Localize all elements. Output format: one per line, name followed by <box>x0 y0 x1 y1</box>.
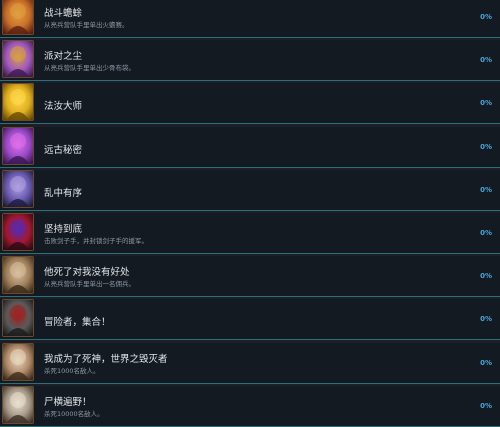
achievement-row[interactable]: 坚持到底击败剑子手，并封锁剑子手的援军。 0% <box>0 213 500 254</box>
achievement-title: 法汝大师 <box>44 101 83 112</box>
achievement-title: 冒险者，集合！ <box>44 317 111 328</box>
achievement-row[interactable]: 我成为了死神，世界之毁灭者 杀死1000名敌人。 0% <box>0 343 500 384</box>
achievement-row[interactable]: 法汝大师 0% <box>0 83 500 124</box>
unlock-percentage: 0% <box>480 143 492 151</box>
achievement-row[interactable]: 派对之尘从亮兵营队手里单出少骨布袋。 0% <box>0 40 500 81</box>
achievement-title: 他死了对我没有好处 <box>44 267 130 278</box>
achievement-title: 坚持到底 <box>44 224 83 235</box>
unlock-percentage: 0% <box>480 402 492 410</box>
achievement-title: 战斗蟾蜍 <box>44 8 83 19</box>
sorcerer-icon <box>2 170 34 208</box>
unlock-percentage: 0% <box>480 99 492 107</box>
achievement-title: 尸横遍野！ <box>44 397 92 408</box>
achievement-row[interactable]: 乱中有序 0% <box>0 170 500 211</box>
achievement-description: 从亮兵营队手里单出少骨布袋。 <box>44 64 135 72</box>
mercenary-icon <box>2 256 34 294</box>
unlock-percentage: 0% <box>480 229 492 237</box>
achievement-row[interactable]: 战斗蟾蜍从亮兵营队手里单出火蟾赛。 0% <box>0 0 500 38</box>
achievement-title: 远古秘密 <box>44 145 83 156</box>
achievement-row[interactable]: 冒险者，集合！ 0% <box>0 299 500 340</box>
warrior-icon <box>2 0 34 35</box>
achievement-title: 乱中有序 <box>44 188 83 199</box>
unlock-percentage: 0% <box>480 13 492 21</box>
achievement-title: 我成为了死神，世界之毁灭者 <box>44 354 168 365</box>
achievement-description: 击败剑子手，并封锁剑子手的援军。 <box>44 237 148 245</box>
achievement-title: 派对之尘 <box>44 51 83 62</box>
achievement-description: 从亮兵营队手里单出一名佣兵。 <box>44 280 135 288</box>
skull-warrior-icon <box>2 343 34 381</box>
achievement-row[interactable]: 尸横遍野！ 杀死10000名敌人。 0% <box>0 386 500 427</box>
skull-pile-icon <box>2 386 34 424</box>
unlock-percentage: 0% <box>480 186 492 194</box>
achievement-row[interactable]: 远古秘密 0% <box>0 127 500 168</box>
ancient-secret-icon <box>2 127 34 165</box>
unlock-percentage: 0% <box>480 56 492 64</box>
achievement-row[interactable]: 他死了对我没有好处 从亮兵营队手里单出一名佣兵。 0% <box>0 256 500 297</box>
unlock-percentage: 0% <box>480 272 492 280</box>
achievement-description: 从亮兵营队手里单出火蟾赛。 <box>44 21 129 29</box>
achievement-description: 杀死1000名敌人。 <box>44 367 100 375</box>
adventurers-icon <box>2 299 34 337</box>
golden-mask-icon <box>2 83 34 121</box>
achievement-list: 战斗蟾蜍 从亮兵营队手里单出火蟾赛。 0% 派对之尘 从亮兵营队手里单出少骨布袋。 0% 法… <box>0 0 500 427</box>
party-mage-icon <box>2 40 34 78</box>
unlock-percentage: 0% <box>480 315 492 323</box>
red-knight-icon <box>2 213 34 251</box>
unlock-percentage: 0% <box>480 359 492 367</box>
